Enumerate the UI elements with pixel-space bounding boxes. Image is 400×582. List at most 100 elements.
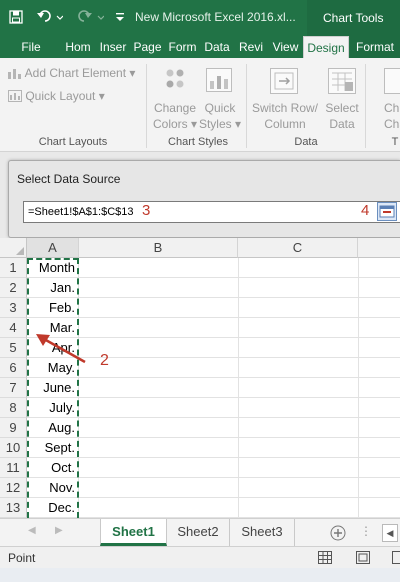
switch-row-column-button[interactable]: Switch Row/ Column — [250, 100, 320, 132]
cell-a[interactable]: Nov. — [27, 478, 79, 498]
quick-layout-icon — [8, 90, 22, 102]
row-header[interactable]: 7 — [0, 378, 27, 398]
tab-data[interactable]: Data — [201, 36, 233, 58]
scroll-left-icon[interactable]: ◀ — [28, 525, 36, 536]
sheet-tab-sheet1[interactable]: Sheet1 — [100, 519, 167, 546]
quick-styles-icon — [206, 68, 232, 92]
sheet-tab-sheet2[interactable]: Sheet2 — [167, 519, 230, 546]
expand-dialog-button[interactable] — [377, 202, 397, 221]
worksheet-grid[interactable]: A B C 1 Month 2 Jan. 3 Feb. 4 Mar. 5 Apr. 6 May. 7 Ju… — [0, 238, 400, 518]
row-header[interactable]: 10 — [0, 438, 27, 458]
context-label: Chart Tools — [323, 11, 384, 25]
select-data-button[interactable]: Select Data — [322, 100, 362, 132]
quick-styles-button[interactable]: Quick Styles ▾ — [198, 100, 242, 132]
page-layout-view-icon[interactable] — [356, 551, 370, 567]
switch-row-label-1: Switch Row/ — [251, 101, 319, 115]
callout-3: 3 — [142, 202, 151, 219]
sheet-tab-bar: ◀ ▶ Sheet1 Sheet2 Sheet3 ⋮ ◀ — [0, 518, 400, 546]
new-sheet-icon[interactable] — [330, 525, 346, 544]
tab-insert[interactable]: Inser — [96, 36, 130, 58]
quick-layout-button[interactable]: Quick Layout ▾ — [8, 89, 105, 103]
gridline — [79, 437, 400, 438]
range-value: =Sheet1!$A$1:$C$13 — [28, 206, 134, 218]
window-title: New Microsoft Excel 2016.xl... — [135, 10, 296, 24]
group-chart-layouts: Chart Layouts — [38, 136, 108, 148]
select-data-icon — [328, 68, 356, 94]
customize-icon[interactable] — [114, 7, 126, 27]
ribbon: Add Chart Element ▾ Quick Layout ▾ Chart… — [0, 58, 400, 152]
page-break-view-icon[interactable] — [392, 551, 400, 567]
gridline — [79, 477, 400, 478]
row-header[interactable]: 5 — [0, 338, 27, 358]
cell-a[interactable]: July. — [27, 398, 79, 418]
tab-view[interactable]: View — [269, 36, 302, 58]
tab-page-layout[interactable]: Page — [131, 36, 164, 58]
add-chart-element-button[interactable]: Add Chart Element ▾ — [8, 66, 135, 80]
cell-a[interactable]: Aug. — [27, 418, 79, 438]
tab-formulas[interactable]: Form — [166, 36, 199, 58]
select-data-source-dialog: Select Data Source =Sheet1!$A$1:$C$13 3 … — [8, 160, 400, 238]
change-colors-button[interactable]: Change Colors ▾ — [153, 100, 197, 132]
row-header[interactable]: 3 — [0, 298, 27, 318]
cell-a[interactable]: Dec. — [27, 498, 79, 518]
row-header[interactable]: 1 — [0, 258, 27, 278]
more-icon: ⋮ — [360, 524, 372, 538]
cell-a[interactable]: Jan. — [27, 278, 79, 298]
ribbon-separator — [365, 64, 366, 148]
undo-icon[interactable] — [35, 7, 65, 27]
select-data-label-1: Select — [325, 101, 359, 115]
column-header-d[interactable] — [358, 238, 400, 258]
cell-a[interactable]: Month — [27, 258, 79, 278]
column-header-a[interactable]: A — [27, 238, 79, 258]
ribbon-separator — [146, 64, 147, 148]
hscroll-left-icon[interactable]: ◀ — [382, 524, 398, 542]
change-colors-icon — [162, 66, 188, 92]
row-header[interactable]: 2 — [0, 278, 27, 298]
add-chart-element-label: Add Chart Element — [24, 66, 127, 80]
scroll-right-icon[interactable]: ▶ — [55, 525, 63, 536]
gridline — [79, 277, 400, 278]
switch-row-column-icon — [270, 68, 298, 94]
change-chart-type-button[interactable]: Ch Char — [384, 100, 400, 132]
gridline — [79, 297, 400, 298]
cell-a[interactable]: Feb. — [27, 298, 79, 318]
row-header[interactable]: 11 — [0, 458, 27, 478]
save-icon[interactable] — [6, 7, 26, 27]
tab-format[interactable]: Format — [350, 36, 400, 58]
cell-a[interactable]: Sept. — [27, 438, 79, 458]
cell-a[interactable]: Oct. — [27, 458, 79, 478]
row-header[interactable]: 12 — [0, 478, 27, 498]
row-header[interactable]: 6 — [0, 358, 27, 378]
tab-file[interactable]: File — [0, 36, 62, 58]
tab-review[interactable]: Revi — [235, 36, 267, 58]
switch-row-label-2: Column — [264, 117, 306, 131]
group-chart-styles: Chart Styles — [168, 136, 228, 148]
gridline — [79, 377, 400, 378]
select-data-label-2: Data — [329, 117, 355, 131]
row-header[interactable]: 13 — [0, 498, 27, 518]
chart-data-range-input[interactable]: =Sheet1!$A$1:$C$13 3 4 — [23, 201, 400, 223]
annotation-arrow — [36, 334, 86, 364]
quick-layout-label: Quick Layout — [25, 89, 96, 103]
gridline — [79, 337, 400, 338]
chart-tools-context: Chart Tools — [307, 0, 400, 36]
select-all-button[interactable] — [0, 238, 27, 258]
gridline — [79, 357, 400, 358]
tab-home[interactable]: Hom — [62, 36, 94, 58]
ribbon-separator — [246, 64, 247, 148]
title-bar: New Microsoft Excel 2016.xl... Chart Too… — [0, 0, 400, 36]
row-header[interactable]: 4 — [0, 318, 27, 338]
row-header[interactable]: 8 — [0, 398, 27, 418]
tab-design[interactable]: Design — [303, 36, 349, 58]
column-header-b[interactable]: B — [79, 238, 238, 258]
quick-styles-label-1: Quick — [204, 101, 236, 115]
sheet-tab-sheet3[interactable]: Sheet3 — [230, 519, 295, 546]
gridline — [79, 417, 400, 418]
normal-view-icon[interactable] — [318, 551, 332, 567]
gridline — [79, 457, 400, 458]
cell-a[interactable]: June. — [27, 378, 79, 398]
redo-icon[interactable] — [76, 7, 106, 27]
column-header-c[interactable]: C — [238, 238, 358, 258]
row-header[interactable]: 9 — [0, 418, 27, 438]
group-type: T — [391, 136, 399, 148]
